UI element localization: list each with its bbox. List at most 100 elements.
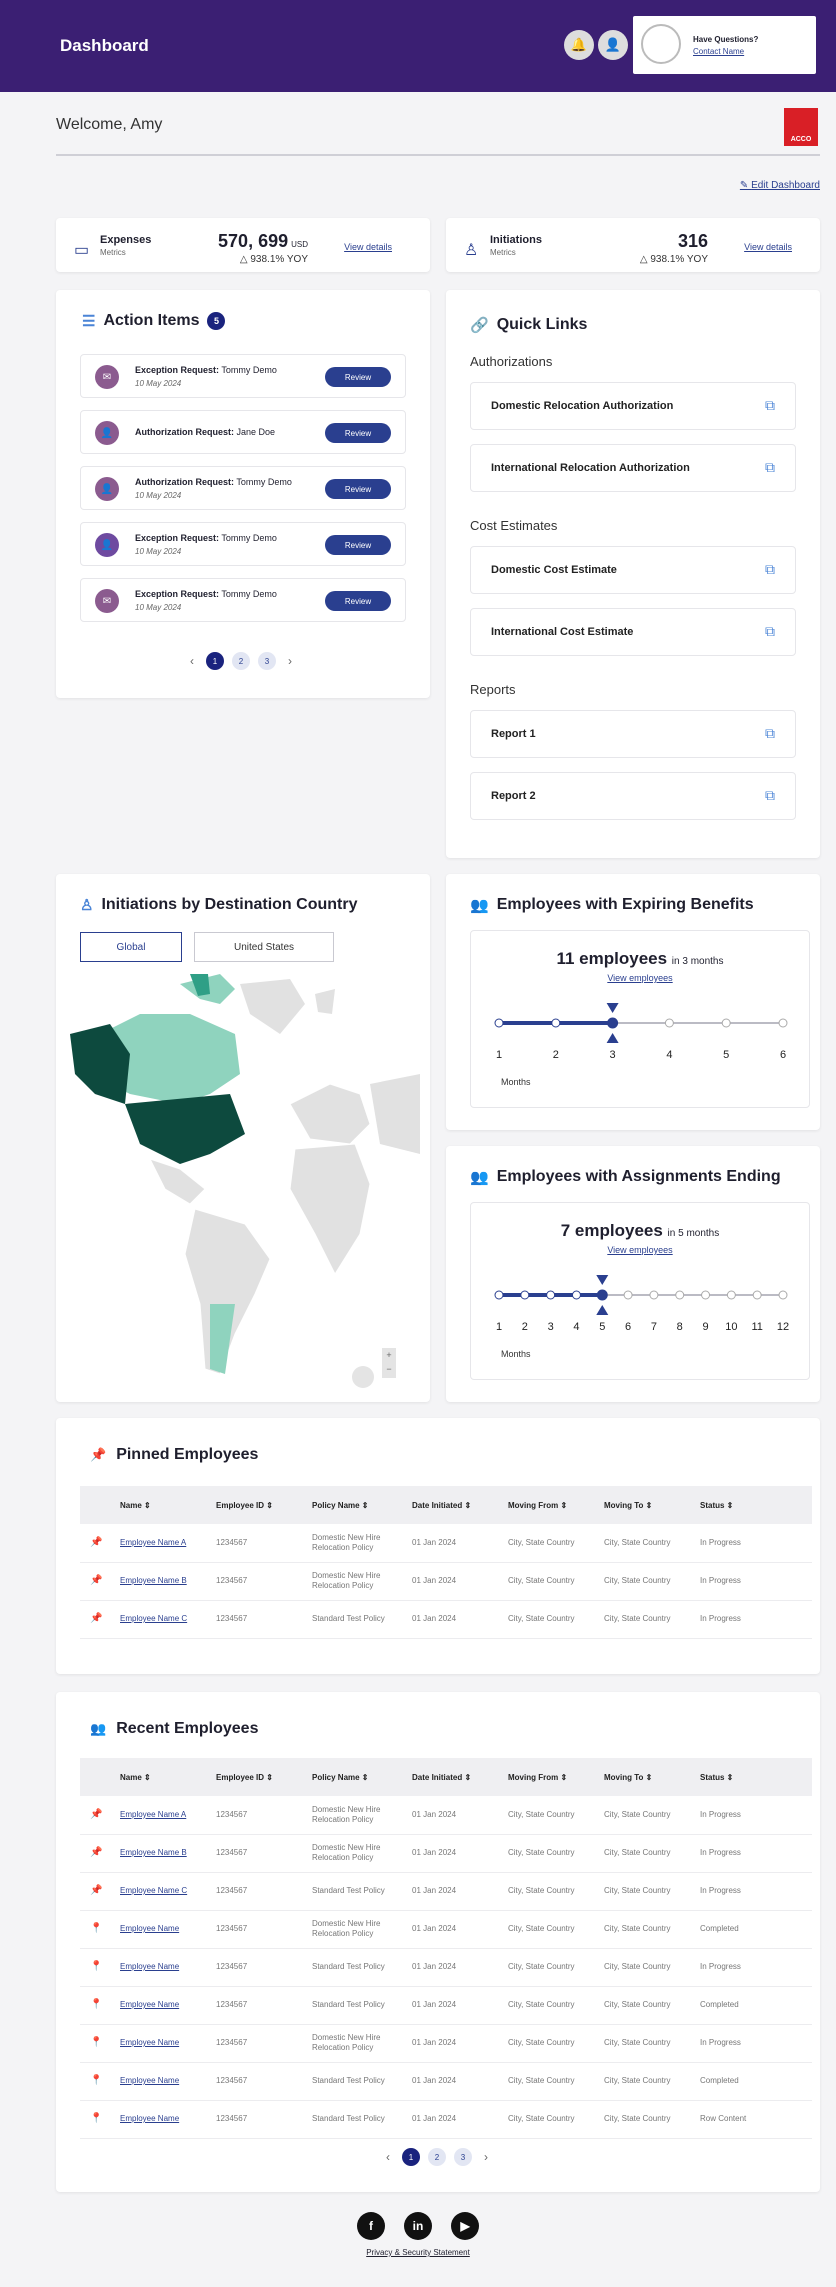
world-map[interactable] <box>70 974 420 1394</box>
employee-name-link[interactable]: Employee Name <box>120 1924 179 1933</box>
chevron-left-icon[interactable]: ‹ <box>382 2150 394 2164</box>
column-header[interactable]: Moving To ⇕ <box>604 1486 700 1524</box>
column-header[interactable]: Date Initiated ⇕ <box>412 1486 508 1524</box>
cell-name: Employee Name <box>120 2100 216 2139</box>
expiring-benefits-card: 👥 Employees with Expiring Benefits 11 emp… <box>446 874 820 1130</box>
review-button[interactable]: Review <box>325 367 391 387</box>
pin-icon[interactable]: 📍 <box>80 2075 102 2086</box>
pin-icon[interactable]: 📌 <box>80 1613 102 1624</box>
youtube-icon[interactable]: ▶ <box>451 2212 480 2240</box>
quick-link[interactable]: Report 2 ⧉ <box>470 772 796 820</box>
review-button[interactable]: Review <box>325 591 391 611</box>
chevron-left-icon[interactable]: ‹ <box>186 654 198 668</box>
column-header[interactable]: Employee ID ⇕ <box>216 1758 312 1796</box>
quick-link[interactable]: International Cost Estimate ⧉ <box>470 608 796 656</box>
view-details-link[interactable]: View details <box>744 242 792 252</box>
employee-name-link[interactable]: Employee Name <box>120 2000 179 2009</box>
employee-name-link[interactable]: Employee Name <box>120 2038 179 2047</box>
privacy-link[interactable]: Privacy & Security Statement <box>0 2248 836 2257</box>
employee-name-link[interactable]: Employee Name A <box>120 1810 186 1819</box>
employee-name-link[interactable]: Employee Name <box>120 2114 179 2123</box>
column-header[interactable]: Policy Name ⇕ <box>312 1486 412 1524</box>
cell-status: In Progress <box>700 1562 812 1601</box>
review-button[interactable]: Review <box>325 535 391 555</box>
column-header[interactable]: Name ⇕ <box>120 1486 216 1524</box>
user-icon[interactable]: 👤 <box>598 30 628 60</box>
pin-icon[interactable]: 📍 <box>80 2113 102 2124</box>
column-header[interactable]: Moving From ⇕ <box>508 1758 604 1796</box>
employee-name-link[interactable]: Employee Name <box>120 1962 179 1971</box>
pin-icon[interactable]: 📍 <box>80 2037 102 2048</box>
page-button[interactable]: 3 <box>258 652 276 670</box>
column-header[interactable]: Status ⇕ <box>700 1758 812 1796</box>
chevron-right-icon[interactable]: › <box>284 654 296 668</box>
zoom-controls[interactable]: + − <box>382 1348 396 1378</box>
pin-icon[interactable]: 📌 <box>80 1575 102 1586</box>
timeline-month-label: 11 <box>751 1321 763 1333</box>
review-button[interactable]: Review <box>325 479 391 499</box>
map-tabs: Global United States <box>80 932 334 962</box>
timeline-month-label: 2 <box>521 1321 528 1333</box>
view-details-link[interactable]: View details <box>344 242 392 252</box>
page-button[interactable]: 3 <box>454 2148 472 2166</box>
map-region <box>315 989 335 1014</box>
timeline-point <box>778 1290 788 1300</box>
recenter-icon[interactable] <box>352 1366 374 1388</box>
column-header[interactable]: Policy Name ⇕ <box>312 1758 412 1796</box>
edit-dashboard-link[interactable]: ✎ Edit Dashboard <box>740 180 820 191</box>
quick-link[interactable]: Domestic Cost Estimate ⧉ <box>470 546 796 594</box>
cell-id: 1234567 <box>216 1948 312 1987</box>
page-button[interactable]: 2 <box>428 2148 446 2166</box>
column-header[interactable]: Status ⇕ <box>700 1486 812 1524</box>
employee-name-link[interactable]: Employee Name C <box>120 1614 187 1623</box>
pin-icon[interactable]: 📌 <box>80 1885 102 1896</box>
pin-icon[interactable]: 📌 <box>80 1809 102 1820</box>
tab-united-states[interactable]: United States <box>194 932 334 962</box>
timeline-month-label: 6 <box>779 1049 787 1061</box>
column-header[interactable]: Moving From ⇕ <box>508 1486 604 1524</box>
page-button[interactable]: 1 <box>206 652 224 670</box>
quick-link[interactable]: Report 1 ⧉ <box>470 710 796 758</box>
quick-link[interactable]: International Relocation Authorization ⧉ <box>470 444 796 492</box>
facebook-icon[interactable]: f <box>356 2212 385 2240</box>
employee-name-link[interactable]: Employee Name B <box>120 1576 187 1585</box>
employee-name-link[interactable]: Employee Name <box>120 2076 179 2085</box>
linkedin-icon[interactable]: in <box>404 2212 432 2240</box>
map-region <box>289 1143 371 1276</box>
employee-name-link[interactable]: Employee Name C <box>120 1886 187 1895</box>
tab-global[interactable]: Global <box>80 932 182 962</box>
chevron-right-icon[interactable]: › <box>480 2150 492 2164</box>
column-header[interactable]: Moving To ⇕ <box>604 1758 700 1796</box>
quick-link[interactable]: Domestic Relocation Authorization ⧉ <box>470 382 796 430</box>
cell-status: In Progress <box>700 1524 812 1563</box>
timeline-month-label: 5 <box>599 1321 606 1333</box>
metric-value: 316 <box>677 231 708 251</box>
action-item: 👤 Authorization Request: Jane Doe Review <box>80 410 406 454</box>
notifications-icon[interactable]: 🔔 <box>564 30 594 60</box>
timeline-point <box>494 1290 504 1300</box>
pin-icon[interactable]: 📌 <box>80 1847 102 1858</box>
cell-date: 01 Jan 2024 <box>412 1562 508 1601</box>
page-button[interactable]: 2 <box>232 652 250 670</box>
pin-icon[interactable]: 📍 <box>80 1923 102 1934</box>
pin-icon[interactable]: 📌 <box>80 1537 102 1548</box>
employee-name-link[interactable]: Employee Name A <box>120 1538 186 1547</box>
people-icon: 👥 <box>470 897 489 914</box>
cell-to: City, State Country <box>604 1872 700 1911</box>
contact-link[interactable]: Contact Name <box>693 47 744 56</box>
column-header[interactable]: Employee ID ⇕ <box>216 1486 312 1524</box>
group-heading: Authorizations <box>470 354 553 369</box>
card-icon: ▭ <box>74 242 90 259</box>
timeline-marker <box>596 1275 609 1285</box>
review-button[interactable]: Review <box>325 423 391 443</box>
page-button[interactable]: 1 <box>402 2148 420 2166</box>
column-header[interactable]: Date Initiated ⇕ <box>412 1758 508 1796</box>
pin-icon[interactable]: 📍 <box>80 1999 102 2010</box>
employee-name-link[interactable]: Employee Name B <box>120 1848 187 1857</box>
action-item: ✉ Exception Request: Tommy Demo 10 May 202… <box>80 354 406 398</box>
column-header[interactable]: Name ⇕ <box>120 1758 216 1796</box>
map-region <box>125 1094 245 1164</box>
assignments-ending-title: 👥 Employees with Assignments Ending <box>470 1168 781 1186</box>
pin-icon[interactable]: 📍 <box>80 1961 102 1972</box>
timeline-month-label: 4 <box>666 1049 673 1061</box>
